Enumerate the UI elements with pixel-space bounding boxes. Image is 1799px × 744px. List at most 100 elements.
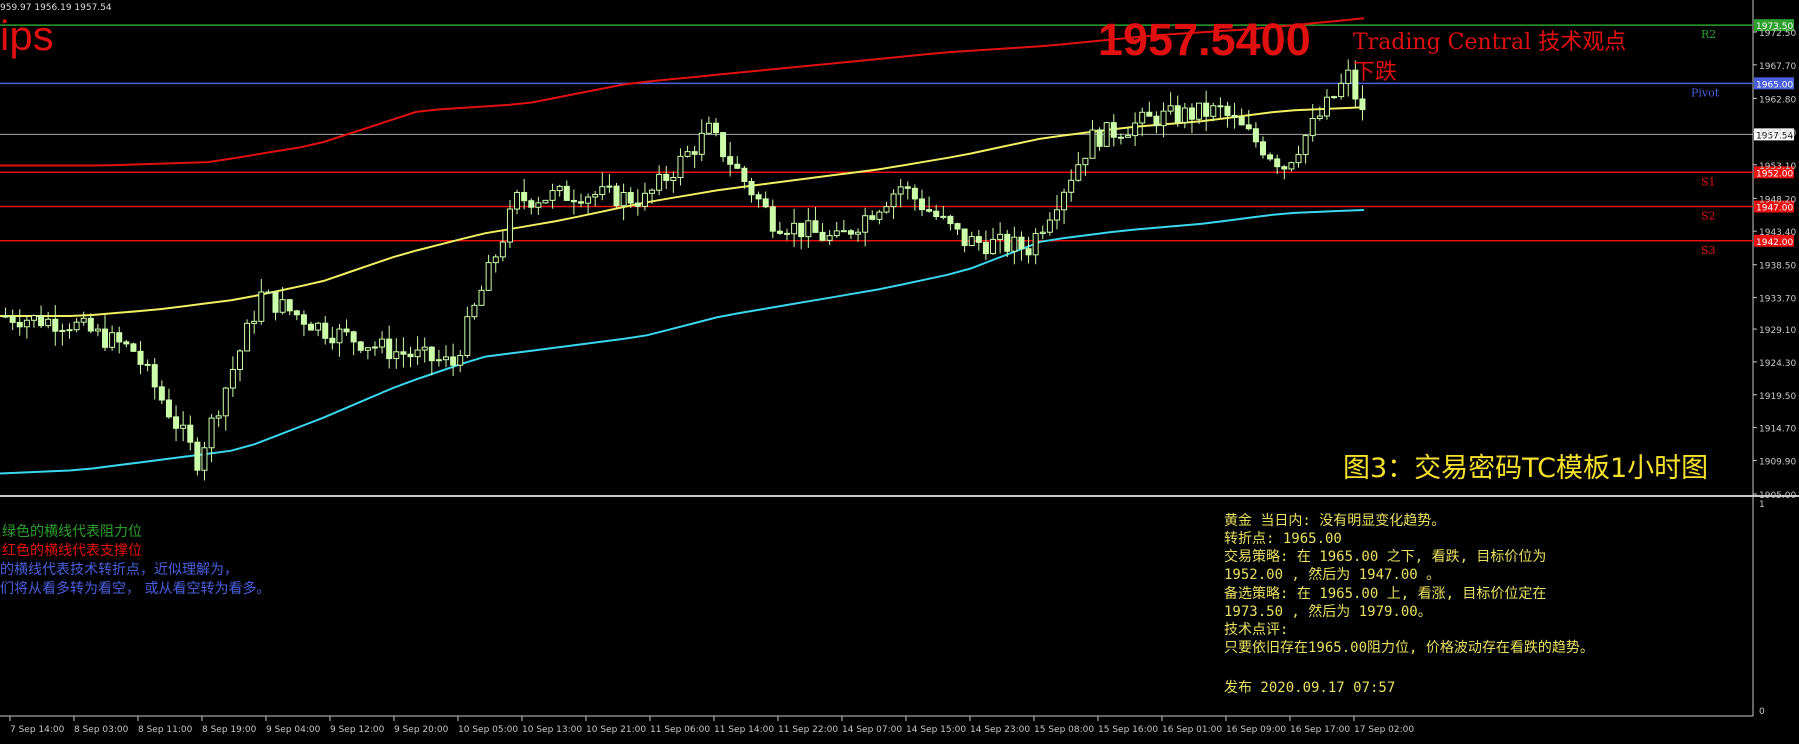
candle-body <box>1160 110 1167 127</box>
candle-body <box>1061 191 1068 211</box>
level-label-s2: S2 <box>1701 210 1716 223</box>
candle-body <box>400 351 407 355</box>
candle-body <box>613 185 620 207</box>
candle-body <box>1053 209 1060 221</box>
candle-body <box>698 132 705 155</box>
candle-body <box>1181 107 1188 123</box>
candle-body <box>180 424 187 429</box>
candle-body <box>1309 117 1316 137</box>
price-tick-label: 1924.30 <box>1759 359 1796 369</box>
time-tick-label: 16 Sep 09:00 <box>1226 725 1286 735</box>
candle-body <box>549 190 556 201</box>
candle-body <box>592 194 599 198</box>
candle-body <box>1323 96 1330 117</box>
tc-title-label: Trading Central 技术观点 <box>1353 30 1627 55</box>
candle-body <box>663 173 670 181</box>
candle-body <box>2 315 9 318</box>
candle-body <box>357 341 364 351</box>
time-tick-label: 17 Sep 02:00 <box>1354 725 1414 735</box>
candle-body <box>926 209 933 212</box>
analysis-line-7: 技术点评: <box>1224 622 1289 638</box>
price-tick-label: 1938.50 <box>1759 262 1796 272</box>
candle-body <box>1046 219 1053 233</box>
price-tick-label: 1933.70 <box>1759 295 1796 305</box>
time-tick-label: 9 Sep 12:00 <box>330 725 385 735</box>
time-tick-label: 8 Sep 11:00 <box>138 725 193 735</box>
candles-group <box>2 59 1366 481</box>
candle-body <box>371 346 378 349</box>
candle-body <box>521 191 528 202</box>
price-tick-label: 1953.10 <box>1759 162 1796 172</box>
candle-body <box>1075 164 1082 181</box>
candle-body <box>1259 141 1266 156</box>
candle-body <box>16 321 23 328</box>
candle-body <box>87 317 94 332</box>
candle-body <box>641 192 648 207</box>
candle-body <box>847 230 854 235</box>
candle-body <box>705 122 712 134</box>
candle-body <box>116 332 123 343</box>
time-tick-label: 11 Sep 14:00 <box>714 725 774 735</box>
candle-body <box>66 329 73 332</box>
lower-band-line <box>0 209 1365 475</box>
symbol-label: ips <box>0 12 54 59</box>
candle-body <box>215 415 222 419</box>
candle-body <box>762 198 769 208</box>
legend-pivot-note: 们将从看多转为看空， 或从看空转为看多。 <box>0 581 271 597</box>
candle-body <box>1295 154 1302 164</box>
time-tick-label: 9 Sep 04:00 <box>266 725 321 735</box>
candle-body <box>1103 122 1110 147</box>
candle-body <box>173 416 180 429</box>
candle-body <box>236 350 243 370</box>
candle-body <box>1274 158 1281 168</box>
legend-pivot: 的横线代表技术转折点，近似理解为， <box>0 562 238 578</box>
candle-body <box>1203 102 1210 117</box>
analysis-line-8: 只要依旧存在1965.00阻力位, 价格波动存在看跌的趋势。 <box>1224 640 1594 656</box>
candle-body <box>393 351 400 360</box>
candle-body <box>769 206 776 232</box>
candle-body <box>279 299 286 313</box>
price-tick-label: 1967.70 <box>1759 62 1796 72</box>
candle-body <box>1018 236 1025 250</box>
candle-body <box>1082 157 1089 166</box>
candle-body <box>563 185 570 201</box>
candle-body <box>819 231 826 241</box>
candle-body <box>80 317 87 323</box>
candle-body <box>315 322 322 331</box>
candle-body <box>748 180 755 196</box>
candle-body <box>798 222 805 238</box>
chart-canvas[interactable]: R21973.50Pivot1965.001957.54S11952.00S21… <box>0 0 1799 744</box>
candle-body <box>1345 69 1352 84</box>
candle-body <box>194 441 201 471</box>
time-tick-label: 14 Sep 07:00 <box>842 725 902 735</box>
level-tag-pivot: 1965.00 <box>1756 80 1793 90</box>
candle-body <box>208 417 215 449</box>
candle-body <box>918 198 925 211</box>
candle-body <box>350 331 357 343</box>
candle-body <box>535 202 542 208</box>
candle-body <box>720 132 727 158</box>
time-tick-label: 15 Sep 08:00 <box>1034 725 1094 735</box>
candle-body <box>300 314 307 325</box>
big-price-label: 1957.5400 <box>1098 14 1311 65</box>
time-tick-label: 7 Sep 14:00 <box>10 725 65 735</box>
candle-body <box>1331 96 1338 99</box>
candle-body <box>244 322 251 352</box>
analysis-line-3: 交易策略: 在 1965.00 之下, 看跌, 目标价位为 <box>1224 549 1547 565</box>
candle-body <box>933 210 940 217</box>
candle-body <box>386 338 393 360</box>
candle-body <box>251 320 258 324</box>
candle-body <box>435 359 442 362</box>
candle-body <box>961 228 968 246</box>
candle-body <box>258 291 265 322</box>
candle-body <box>1096 129 1103 147</box>
price-tick-label: 1972.50 <box>1759 29 1796 39</box>
candle-body <box>1032 232 1039 256</box>
analysis-line-4: 1952.00 , 然后为 1947.00 。 <box>1224 567 1441 583</box>
candle-body <box>514 191 521 210</box>
candle-body <box>379 338 386 348</box>
sub-axis-bottom: 0 <box>1759 707 1765 717</box>
candle-body <box>1359 98 1366 111</box>
candle-body <box>627 192 634 204</box>
candle-body <box>677 155 684 179</box>
